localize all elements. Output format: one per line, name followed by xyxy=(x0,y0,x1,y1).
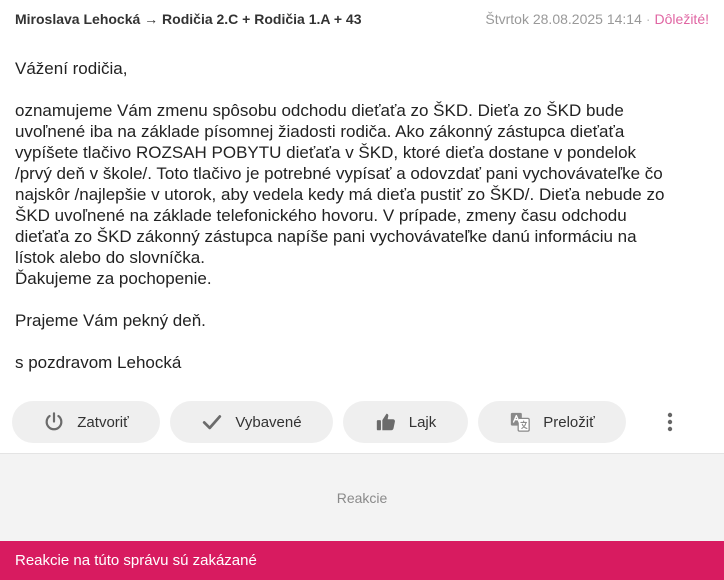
reactions-section: Reakcie xyxy=(0,454,724,541)
more-vertical-icon xyxy=(667,412,673,432)
message-line: najskôr /najlepšie v utorok, aby vedela … xyxy=(15,185,665,204)
reactions-disabled-text: Reakcie na túto správu sú zakázané xyxy=(15,552,257,569)
like-button[interactable]: Lajk xyxy=(343,401,468,443)
translate-button[interactable]: Preložiť xyxy=(478,401,626,443)
recipients: Miroslava Lehocká → Rodičia 2.C + Rodiči… xyxy=(15,11,362,27)
more-options-button[interactable] xyxy=(658,401,682,443)
reactions-label: Reakcie xyxy=(336,489,388,506)
done-button[interactable]: Vybavené xyxy=(170,401,333,443)
message-signature: s pozdravom Lehocká xyxy=(15,353,182,372)
message-header: Miroslava Lehocká → Rodičia 2.C + Rodiči… xyxy=(15,10,709,28)
translate-button-label: Preložiť xyxy=(543,413,595,431)
thumbs-up-icon xyxy=(376,413,395,431)
message-body: Vážení rodičia, oznamujeme Vám zmenu spô… xyxy=(15,58,715,373)
message-greeting: Vážení rodičia, xyxy=(15,59,128,78)
close-button[interactable]: Zatvoriť xyxy=(12,401,160,443)
checkmark-icon xyxy=(203,415,222,430)
message-datetime: Štvrtok 28.08.2025 14:14 xyxy=(485,11,642,27)
message-line: lístok alebo do slovníčka. xyxy=(15,248,205,267)
message-line: uvoľnené iba na základe písomnej žiadost… xyxy=(15,122,625,141)
message-line: dieťaťa zo ŠKD zákonný zástupca napíše p… xyxy=(15,227,637,246)
message-line: oznamujeme Vám zmenu spôsobu odchodu die… xyxy=(15,101,624,120)
message-meta: Štvrtok 28.08.2025 14:14 · Dôležité! xyxy=(485,11,709,27)
close-button-label: Zatvoriť xyxy=(77,413,129,431)
important-badge: Dôležité! xyxy=(654,11,709,27)
message-line: /prvý deň v škole/. Toto tlačivo je potr… xyxy=(15,164,663,183)
meta-separator: · xyxy=(645,11,651,27)
message-line: Ďakujeme za pochopenie. xyxy=(15,269,212,288)
message-line: vypíšete tlačivo ROZSAH POBYTU dieťaťa v… xyxy=(15,143,637,162)
action-bar: Zatvoriť Vybavené Lajk Preložiť xyxy=(12,401,712,443)
power-icon xyxy=(45,412,63,431)
message-wish: Prajeme Vám pekný deň. xyxy=(15,311,206,330)
translate-icon xyxy=(511,412,531,432)
message-line: ŠKD uvoľnené na základe telefonického ho… xyxy=(15,206,627,225)
reactions-disabled-banner: Reakcie na túto správu sú zakázané xyxy=(0,541,724,580)
done-button-label: Vybavené xyxy=(235,413,302,431)
like-button-label: Lajk xyxy=(408,413,437,431)
